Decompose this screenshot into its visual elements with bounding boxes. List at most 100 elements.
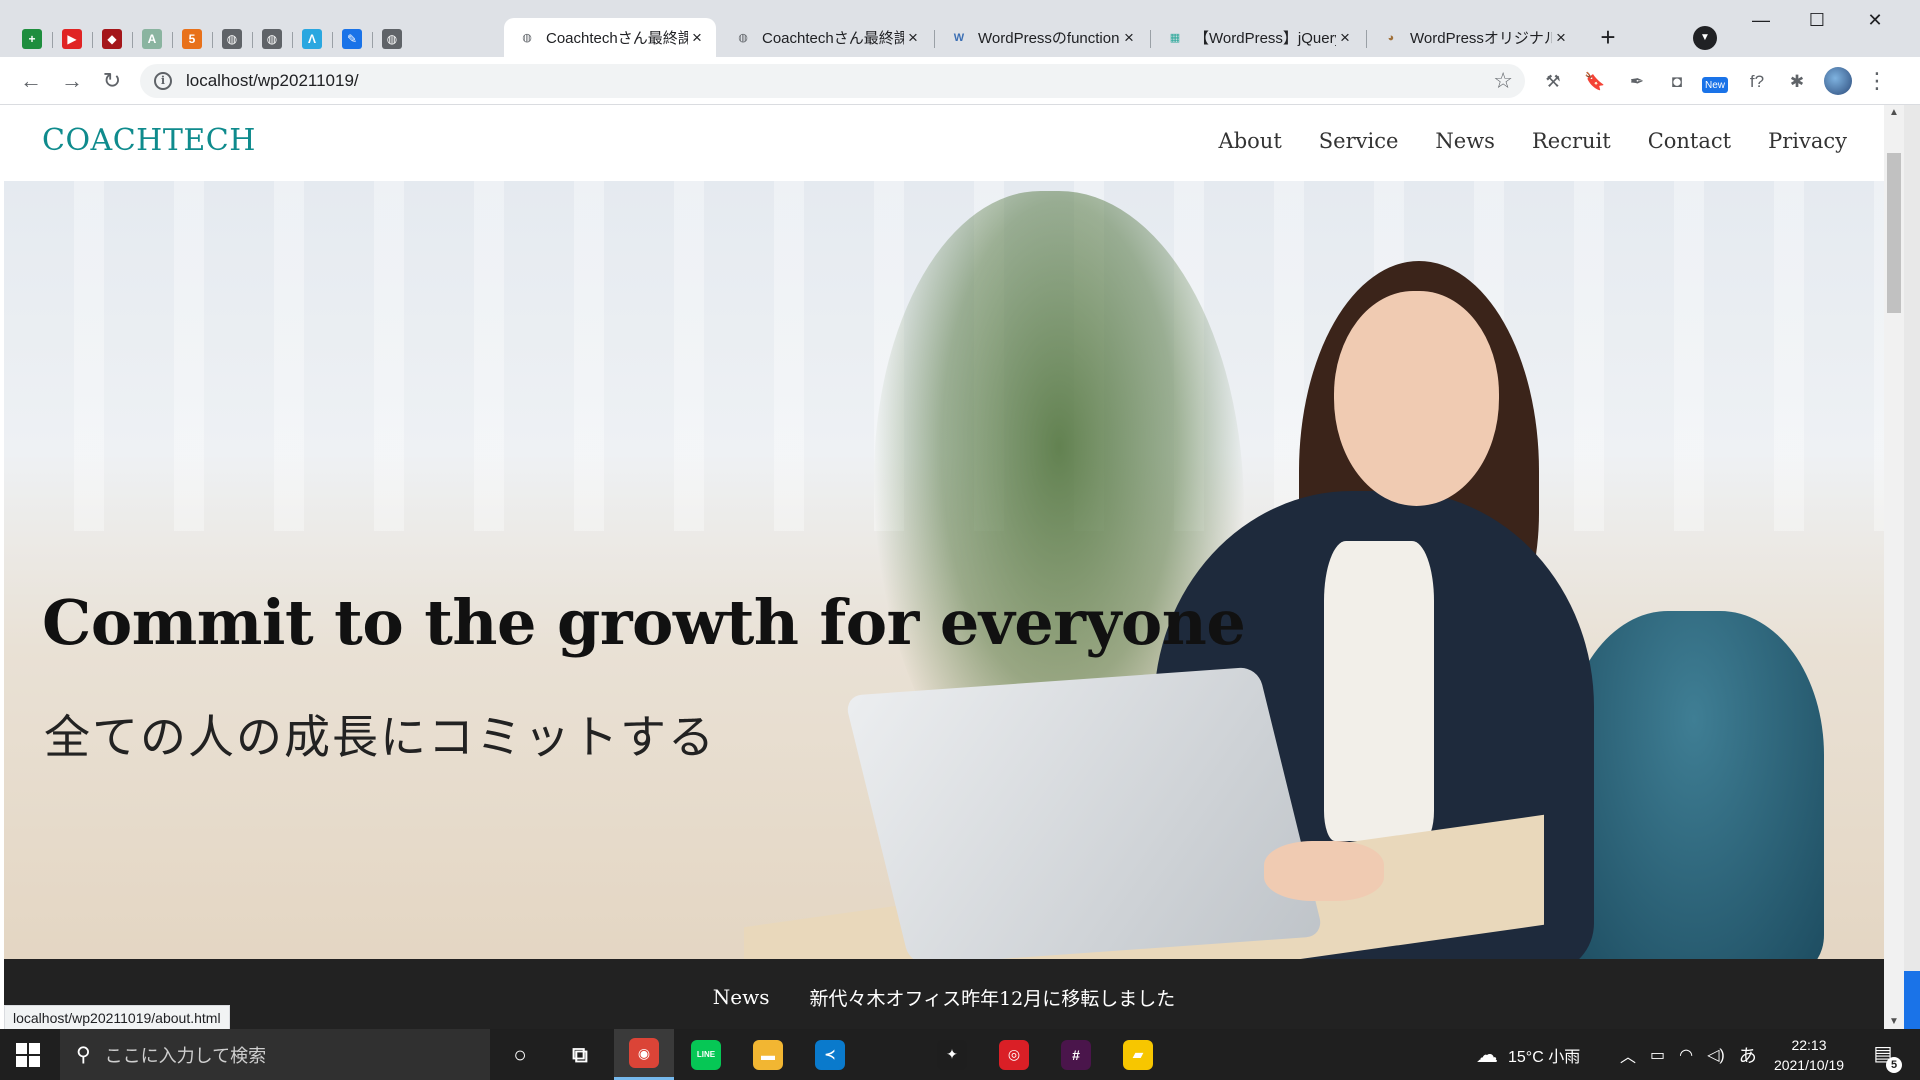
taskbar-clock[interactable]: 22:13 2021/10/19	[1766, 1035, 1852, 1075]
tab-close-icon[interactable]: ×	[904, 28, 922, 47]
tab-separator	[1366, 30, 1367, 48]
tab-favicon-icon: ◍	[522, 32, 532, 44]
nav-contact[interactable]: Contact	[1648, 129, 1731, 153]
taskbar-search-placeholder: ここに入力して検索	[104, 1045, 267, 1066]
scrollbar-thumb[interactable]	[1887, 153, 1901, 313]
start-button[interactable]	[8, 1037, 48, 1073]
pinned-tab[interactable]: ◍	[210, 24, 254, 54]
creative-cloud-taskbar-button[interactable]: ◎	[984, 1029, 1044, 1080]
battery-icon[interactable]: ▭	[1650, 1045, 1665, 1065]
tab[interactable]: ▦ 【WordPress】jQueryの×	[1152, 18, 1364, 57]
site-info-icon[interactable]: i	[154, 72, 172, 90]
page-scrollbar[interactable]: ▲ ▼	[1884, 105, 1904, 1029]
tab-search-button[interactable]: ▼	[1693, 26, 1717, 50]
hero-subtitle: 全ての人の成長にコミットする	[44, 710, 716, 764]
tab-close-icon[interactable]: ×	[1120, 28, 1138, 47]
pinned-tab[interactable]: +	[10, 24, 54, 54]
pinned-tab[interactable]: ◍	[250, 24, 294, 54]
profile-avatar[interactable]	[1824, 67, 1852, 95]
notification-count-badge: 5	[1886, 1057, 1902, 1073]
tab[interactable]: W WordPressのfunction ×	[936, 18, 1148, 57]
tools-extension-icon[interactable]: ⚒	[1540, 69, 1566, 95]
hero-chair-image	[1564, 611, 1824, 959]
tab-close-icon[interactable]: ×	[1552, 28, 1570, 47]
address-bar[interactable]: i localhost/wp20211019/ ☆	[140, 64, 1525, 98]
maximize-button[interactable]: ☐	[1792, 6, 1842, 34]
tab-close-icon[interactable]: ×	[688, 28, 706, 47]
line-icon: LINE	[691, 1039, 721, 1070]
cortana-taskbar-button[interactable]: ○	[490, 1029, 550, 1080]
puzzle-extension-icon[interactable]: ✱	[1784, 69, 1810, 95]
reload-button[interactable]: ↻	[97, 66, 127, 96]
weather-widget[interactable]: ☁ 15°C 小雨	[1476, 1029, 1580, 1080]
nav-privacy[interactable]: Privacy	[1768, 129, 1847, 153]
picker-extension-icon[interactable]: ✒	[1624, 69, 1650, 95]
pinned-tab[interactable]: ◆	[90, 24, 134, 54]
chrome-taskbar-button[interactable]: ◉	[614, 1029, 674, 1080]
tab-title: Coachtechさん最終課	[762, 30, 904, 47]
background-window-edge	[1904, 105, 1920, 1029]
browser-menu-icon[interactable]: ⋮	[1866, 69, 1888, 95]
tab-title: 【WordPress】jQueryの	[1194, 30, 1336, 47]
globe-icon: ◍	[222, 29, 242, 49]
forward-button[interactable]: →	[57, 66, 87, 96]
site-logo[interactable]: COACHTECH	[42, 123, 256, 158]
tab-separator	[934, 30, 935, 48]
file-explorer-taskbar-button[interactable]: ▬	[738, 1029, 798, 1080]
close-window-button[interactable]: ✕	[1850, 6, 1900, 34]
tab-favicon-icon: W	[953, 31, 965, 44]
font-tab-icon: A	[142, 29, 162, 49]
scroll-down-arrow-icon[interactable]: ▼	[1888, 1016, 1900, 1027]
bookmark-star-icon[interactable]: ☆	[1493, 68, 1513, 94]
tab-title: WordPressのfunction	[978, 30, 1120, 47]
cortana-icon: ○	[513, 1041, 527, 1067]
sticky-notes-icon: ▰	[1123, 1039, 1153, 1070]
sticky-notes-taskbar-button[interactable]: ▰	[1108, 1029, 1168, 1080]
tab-favicon-icon: ▦	[1169, 32, 1181, 44]
slack-taskbar-button[interactable]: #	[1046, 1029, 1106, 1080]
line-taskbar-button[interactable]: LINE	[676, 1029, 736, 1080]
pinned-tab[interactable]: A	[130, 24, 174, 54]
minimize-button[interactable]: —	[1736, 6, 1786, 34]
notification-center-button[interactable]: ▤ 5	[1868, 1041, 1902, 1073]
nav-service[interactable]: Service	[1319, 129, 1399, 153]
ime-indicator[interactable]: あ	[1739, 1042, 1757, 1068]
task-view-taskbar-button[interactable]: ⧉	[550, 1029, 610, 1080]
hero-person-face	[1334, 291, 1499, 506]
bookmark-extension-icon[interactable]: 🔖	[1582, 69, 1608, 95]
chevron-up-icon[interactable]: ︿	[1620, 1043, 1636, 1067]
nav-recruit[interactable]: Recruit	[1532, 129, 1611, 153]
volume-icon[interactable]: ◁)	[1707, 1045, 1725, 1065]
news-bar: News 新代々木オフィス昨年12月に移転しました	[4, 959, 1884, 1029]
pinned-tab[interactable]: ▶	[50, 24, 94, 54]
hero-section: Commit to the growth for everyone 全ての人の成…	[4, 181, 1884, 959]
nav-about[interactable]: About	[1219, 129, 1282, 153]
tab[interactable]: ◕ WordPressオリジナルテ×	[1368, 18, 1580, 57]
globe-icon: ◍	[262, 29, 282, 49]
pinned-tab[interactable]: 5	[170, 24, 214, 54]
address-url[interactable]: localhost/wp20211019/	[186, 71, 1493, 91]
news-headline-link[interactable]: 新代々木オフィス昨年12月に移転しました	[809, 984, 1175, 1011]
pinned-tab[interactable]: ◍	[370, 24, 414, 54]
tab-favicon-icon: ◍	[738, 32, 748, 44]
new-tab-button[interactable]: +	[1588, 23, 1628, 53]
taskbar-search-box[interactable]: ⚲ ここに入力して検索	[60, 1029, 490, 1080]
stamp-extension-icon[interactable]: ◘	[1664, 69, 1690, 95]
scroll-up-arrow-icon[interactable]: ▲	[1888, 107, 1900, 118]
clock-date: 2021/10/19	[1773, 1057, 1845, 1073]
back-button[interactable]: ←	[16, 66, 46, 96]
tab-close-icon[interactable]: ×	[1336, 28, 1354, 47]
new-extension-icon[interactable]: New	[1702, 77, 1728, 93]
nav-news[interactable]: News	[1435, 129, 1495, 153]
tab-active[interactable]: ◍ Coachtechさん最終課 ×	[504, 18, 716, 57]
formula-extension-icon[interactable]: f?	[1744, 69, 1770, 95]
figma-taskbar-button[interactable]: ✦	[922, 1029, 982, 1080]
tab[interactable]: ◍ Coachtechさん最終課 ×	[720, 18, 932, 57]
site-nav: About Service News Recruit Contact Priva…	[1219, 129, 1847, 153]
pinned-tab[interactable]: ✎	[330, 24, 374, 54]
background-window-accent	[1904, 971, 1920, 1029]
vscode-taskbar-button[interactable]: ≺	[800, 1029, 860, 1080]
wifi-icon[interactable]: ◠	[1679, 1045, 1693, 1065]
browser-tab-strip: + ▼ — ☐ ✕ + ▶ ◆ A 5 ◍ ◍ Λ ✎ ◍ ◍ Coachtechさん最終課 × ◍ Coa…	[0, 0, 1920, 57]
pinned-tab[interactable]: Λ	[290, 24, 334, 54]
